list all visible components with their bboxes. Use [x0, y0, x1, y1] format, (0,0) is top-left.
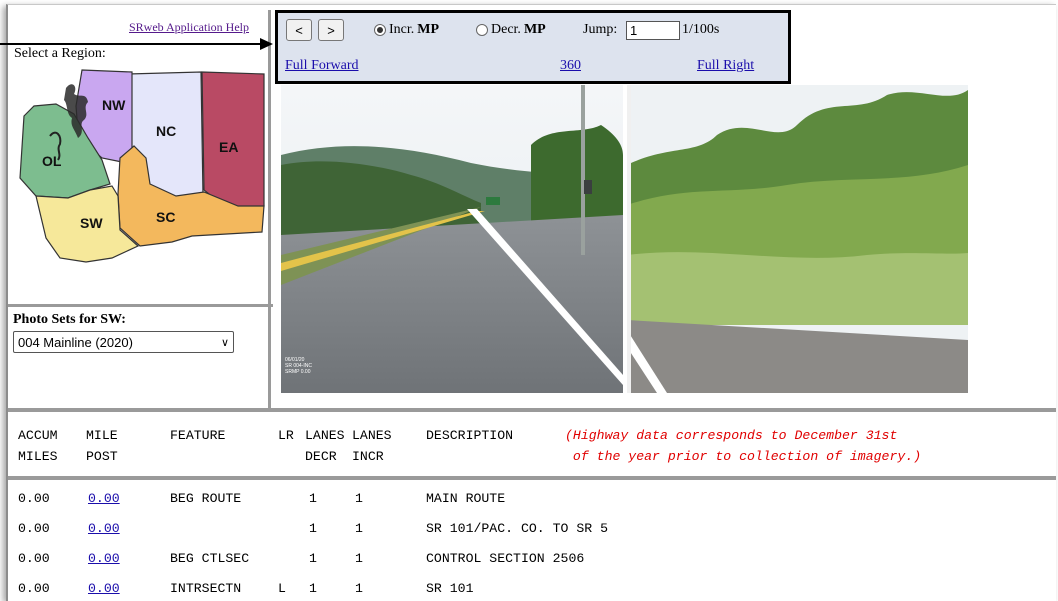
photo-navigation-toolbar: < > Incr. MP Decr. MP Jump: 1/100s Full …: [275, 10, 791, 84]
table-row: 0.00 0.00 1 1 SR 101/PAC. CO. TO SR 5: [8, 510, 1056, 540]
lanes-decr-cell: 1: [309, 521, 317, 536]
region-label-sw: SW: [80, 215, 103, 231]
jump-unit-label: 1/100s: [682, 22, 720, 37]
lanes-decr-cell: 1: [309, 551, 317, 566]
accum-miles-cell: 0.00: [18, 581, 50, 596]
photo-set-selected-value: 004 Mainline (2020): [18, 334, 133, 350]
milepost-link[interactable]: 0.00: [88, 551, 120, 566]
photo-set-select[interactable]: 004 Mainline (2020) ∨: [13, 331, 234, 353]
description-cell: MAIN ROUTE: [426, 491, 506, 506]
decr-label: Decr.: [491, 22, 521, 37]
lr-cell: L: [278, 581, 286, 596]
table-row: 0.00 0.00 INTRSECTN L 1 1 SR 101: [8, 570, 1056, 600]
roadway-photo-forward[interactable]: 06/01/20 SR 004-INC SRMP 0.00: [281, 85, 623, 393]
feature-table-body: 0.00 0.00 BEG ROUTE 1 1 MAIN ROUTE 0.00 …: [8, 480, 1056, 601]
photo-stamp: 06/01/20 SR 004-INC SRMP 0.00: [285, 357, 312, 375]
photo-stamp-milepost: SRMP 0.00: [285, 369, 311, 375]
incr-mp-radio[interactable]: Incr. MP: [374, 22, 439, 38]
lanes-incr-cell: 1: [355, 581, 363, 596]
radio-unchecked-icon: [476, 24, 488, 36]
forward-view-image: [281, 85, 623, 393]
previous-button[interactable]: <: [286, 19, 312, 41]
lanes-incr-cell: 1: [355, 491, 363, 506]
highway-data-note: (Highway data corresponds to December 31…: [565, 428, 922, 464]
feature-cell: BEG CTLSEC: [170, 551, 250, 566]
feature-cell: INTRSECTN: [170, 581, 242, 596]
col-milepost: MILE POST: [86, 428, 118, 464]
col-lr: LR: [278, 428, 294, 443]
accum-miles-cell: 0.00: [18, 521, 50, 536]
table-row: 0.00 0.00 BEG CTLSEC 1 1 CONTROL SECTION…: [8, 540, 1056, 570]
region-label-ea: EA: [219, 139, 238, 155]
lanes-decr-cell: 1: [309, 491, 317, 506]
panel-divider: [8, 304, 273, 307]
photo-sets-label: Photo Sets for SW:: [13, 312, 126, 327]
region-label: Select a Region:: [14, 46, 106, 61]
roadway-photo-right[interactable]: [627, 85, 968, 393]
milepost-link[interactable]: 0.00: [88, 521, 120, 536]
description-cell: SR 101/PAC. CO. TO SR 5: [426, 521, 609, 536]
view-360-link[interactable]: 360: [560, 58, 581, 74]
decr-mp-radio[interactable]: Decr. MP: [476, 22, 546, 38]
callout-arrow-line: [0, 43, 262, 45]
col-accum-miles: ACCUM MILES: [18, 428, 58, 464]
next-button[interactable]: >: [318, 19, 344, 41]
accum-miles-cell: 0.00: [18, 551, 50, 566]
col-lanes-incr: LANES INCR: [352, 428, 392, 464]
jump-input[interactable]: [626, 21, 680, 40]
col-lanes-decr: LANES DECR: [305, 428, 345, 464]
jump-label: Jump:: [583, 22, 618, 37]
feature-table-header: ACCUM MILES MILE POST FEATURE LR LANES DECR…: [8, 412, 1056, 476]
lanes-incr-cell: 1: [355, 521, 363, 536]
incr-label: Incr.: [389, 22, 415, 37]
help-link[interactable]: SRweb Application Help: [129, 20, 249, 35]
radio-checked-icon: [374, 24, 386, 36]
lanes-incr-cell: 1: [355, 551, 363, 566]
right-view-image: [627, 85, 968, 393]
decr-mp-label: MP: [523, 22, 546, 37]
accum-miles-cell: 0.00: [18, 491, 50, 506]
region-label-sc: SC: [156, 209, 175, 225]
description-cell: CONTROL SECTION 2506: [426, 551, 585, 566]
feature-cell: BEG ROUTE: [170, 491, 242, 506]
table-row: 0.00 0.00 BEG ROUTE 1 1 MAIN ROUTE: [8, 480, 1056, 510]
milepost-link[interactable]: 0.00: [88, 581, 120, 596]
incr-mp-label: MP: [417, 22, 440, 37]
description-cell: SR 101: [426, 581, 474, 596]
region-label-ol: OL: [42, 153, 62, 169]
milepost-link[interactable]: 0.00: [88, 491, 120, 506]
chevron-down-icon: ∨: [220, 336, 229, 349]
region-label-nw: NW: [102, 97, 126, 113]
lanes-decr-cell: 1: [309, 581, 317, 596]
full-forward-link[interactable]: Full Forward: [285, 58, 359, 74]
region-map[interactable]: NW NC EA OL SW SC: [16, 66, 268, 266]
full-right-link[interactable]: Full Right: [697, 58, 754, 74]
region-label-nc: NC: [156, 123, 176, 139]
col-feature: FEATURE: [170, 428, 226, 443]
col-description: DESCRIPTION: [426, 428, 514, 443]
region-panel: SRweb Application Help Select a Region: …: [8, 10, 273, 408]
arrow-right-icon: [260, 38, 273, 50]
